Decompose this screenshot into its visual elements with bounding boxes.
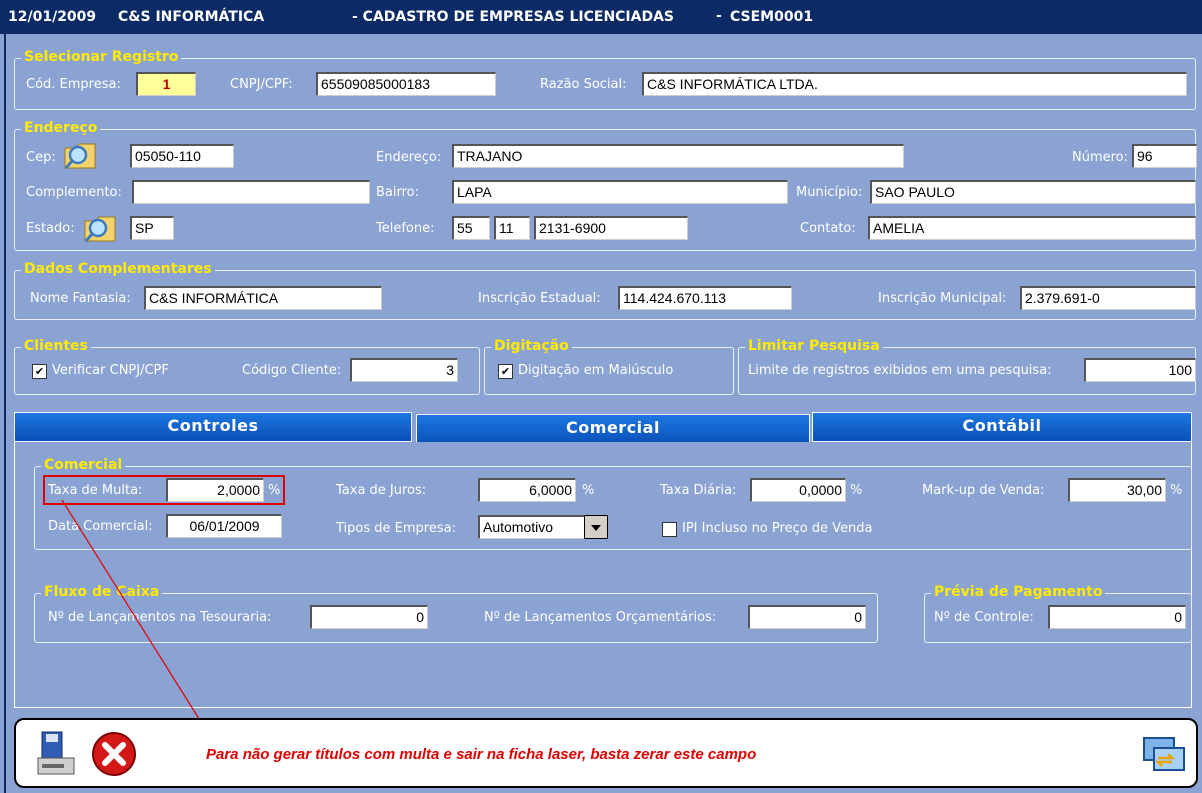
- close-icon: [92, 732, 136, 776]
- annotation-message: Para não gerar títulos com multa e sair …: [206, 746, 757, 763]
- save-icon: [37, 731, 75, 775]
- annotation-arrow: [61, 499, 207, 731]
- bottom-toolbar: Para não gerar títulos com multa e sair …: [14, 718, 1198, 788]
- save-button[interactable]: [34, 730, 78, 778]
- switch-window-button[interactable]: [1142, 732, 1186, 776]
- switch-window-icon: [1143, 737, 1185, 771]
- close-button[interactable]: [90, 730, 138, 778]
